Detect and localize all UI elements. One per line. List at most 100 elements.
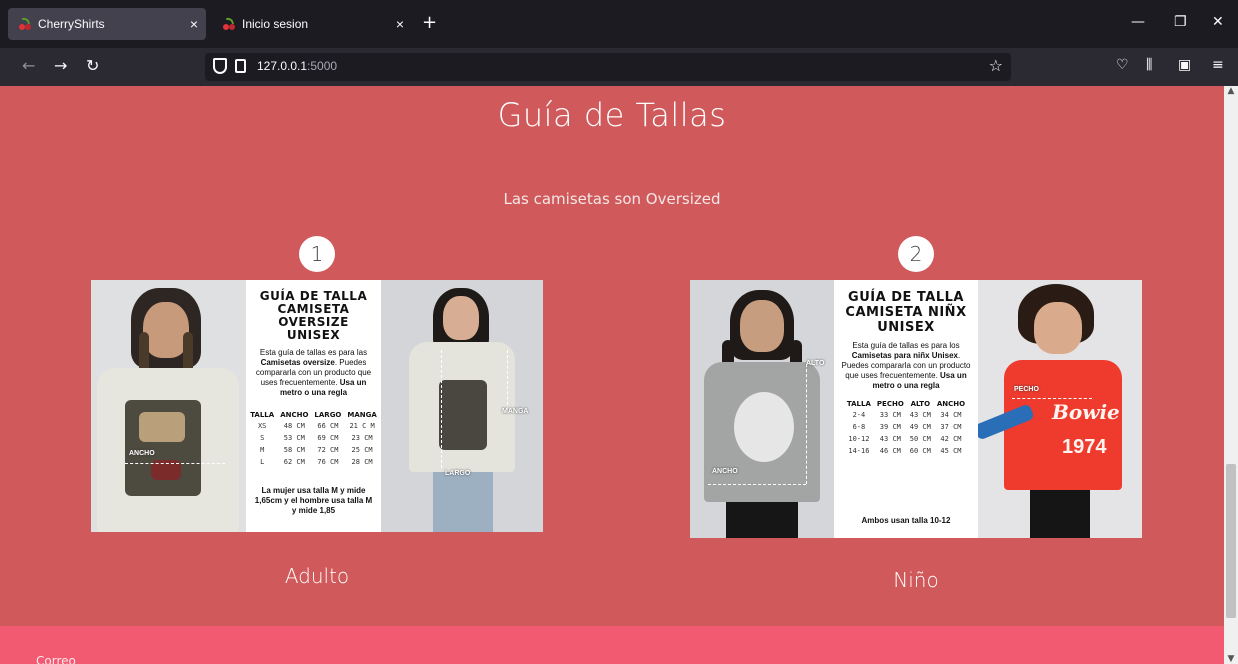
tab-inicio-sesion[interactable]: Inicio sesion ×: [212, 8, 412, 40]
face: [443, 296, 479, 340]
desc-bold: Camisetas para niñx Unisex: [851, 351, 959, 360]
table-cell: 23 CM: [351, 434, 373, 442]
size-chart-adult: GUÍA DE TALLA CAMISETA OVERSIZE UNISEX E…: [246, 280, 381, 532]
table-cell: 43 CM: [879, 435, 901, 443]
chart-heading-line: GUÍA DE TALLA: [848, 290, 964, 305]
shield-icon[interactable]: [213, 58, 227, 74]
table-cell: 42 CM: [940, 435, 962, 443]
cherry-favicon-icon: [222, 16, 236, 31]
manga-label: MANGA: [502, 408, 529, 415]
table-cell: 43 CM: [909, 411, 931, 419]
page-title: Guía de Tallas: [497, 96, 727, 134]
reader-icon[interactable]: ▣: [1178, 57, 1191, 73]
table-header: LARGO: [314, 411, 342, 419]
table-cell: 49 CM: [909, 423, 931, 431]
table-cell: 28 CM: [351, 458, 373, 466]
cherry-favicon-icon: [18, 16, 32, 31]
table-cell: 53 CM: [283, 434, 305, 442]
minimize-icon[interactable]: —: [1131, 14, 1145, 30]
table-cell: XS: [257, 422, 267, 430]
table-cell: 33 CM: [879, 411, 901, 419]
table-cell: 76 CM: [317, 458, 339, 466]
table-row: M 58 CM 72 CM 25 CM: [247, 444, 380, 456]
table-header: PECHO: [876, 400, 904, 408]
sleeve-measure-line: [507, 350, 508, 410]
size-chart-kids: GUÍA DE TALLA CAMISETA NIÑX UNISEX Esta …: [834, 280, 978, 538]
table-cell: 37 CM: [940, 423, 962, 431]
chart-heading-line: CAMISETA OVERSIZE: [277, 302, 350, 329]
chart-heading-line: CAMISETA NIÑX: [845, 305, 967, 320]
table-cell: 60 CM: [909, 447, 931, 455]
table-header: TALLA: [250, 411, 275, 419]
page-footer: Correo: [0, 626, 1224, 664]
table-cell: 50 CM: [909, 435, 931, 443]
page-scrollbar[interactable]: ▲ ▼: [1224, 86, 1238, 664]
scroll-down-icon[interactable]: ▼: [1224, 654, 1238, 664]
page-subtitle: Las camisetas son Oversized: [503, 190, 721, 208]
panda-print: [734, 392, 794, 462]
table-row: 2-4 33 CM 43 CM 34 CM: [844, 409, 968, 421]
new-tab-icon[interactable]: +: [422, 14, 437, 32]
ancho-label: ANCHO: [129, 450, 155, 457]
table-header: TALLA: [846, 400, 871, 408]
forward-arrow-icon[interactable]: →: [54, 56, 67, 76]
face: [1034, 302, 1082, 354]
close-tab-icon[interactable]: ×: [182, 16, 206, 32]
table-row: 6-8 39 CM 49 CM 37 CM: [844, 421, 968, 433]
close-window-icon[interactable]: ✕: [1212, 14, 1224, 30]
shirt-print: [439, 380, 487, 450]
url-text[interactable]: 127.0.0.1:5000: [257, 59, 337, 73]
scroll-up-icon[interactable]: ▲: [1224, 86, 1238, 96]
menu-icon[interactable]: ≡: [1212, 57, 1224, 73]
reload-icon[interactable]: ↻: [86, 56, 99, 76]
table-cell: L: [260, 458, 265, 466]
leggings: [726, 502, 798, 538]
table-row: 14-16 46 CM 60 CM 45 CM: [844, 445, 968, 457]
guide-number-badge: 1: [299, 236, 335, 272]
close-tab-icon[interactable]: ×: [388, 16, 412, 32]
restore-window-icon[interactable]: ❐: [1174, 14, 1187, 30]
table-cell: M: [260, 446, 265, 454]
height-measure-line: [806, 364, 807, 484]
red-shirt: [1004, 360, 1122, 490]
desc-bold: Camisetas oversize: [260, 358, 335, 367]
jeans: [433, 472, 493, 532]
desc-text: Esta guía de tallas es para las: [259, 348, 368, 357]
page-icon[interactable]: [235, 59, 246, 73]
photo-boy: Bowie 1974 PECHO: [978, 280, 1142, 538]
table-cell: 66 CM: [317, 422, 339, 430]
table-header-row: TALLA PECHO ALTO ANCHO: [844, 399, 968, 409]
table-cell: 25 CM: [351, 446, 373, 454]
table-row: L 62 CM 76 CM 28 CM: [247, 456, 380, 468]
url-bar[interactable]: 127.0.0.1:5000 ☆: [205, 53, 1011, 81]
photo-woman: MANGA LARGO: [381, 280, 543, 532]
chart-heading-line: GUÍA DE TALLA: [259, 289, 368, 303]
tab-label: CherryShirts: [38, 17, 105, 31]
url-host: 127.0.0.1: [257, 59, 308, 73]
table-header: ANCHO: [936, 400, 966, 408]
pocket-icon[interactable]: ♡: [1116, 57, 1129, 73]
guide-caption-kids: Niño: [893, 568, 939, 592]
table-row: S 53 CM 69 CM 23 CM: [247, 432, 380, 444]
library-icon[interactable]: ⫼: [1146, 57, 1152, 73]
table-cell: S: [260, 434, 265, 442]
chart-description: Esta guía de tallas es para los Camiseta…: [840, 341, 972, 391]
size-guide-adult-image[interactable]: ANCHO GUÍA DE TALLA CAMISETA OVERSIZE UN…: [91, 280, 543, 532]
size-table-kids: TALLA PECHO ALTO ANCHO 2-4 33 CM 43 CM 3…: [844, 399, 968, 457]
back-arrow-icon[interactable]: ←: [22, 56, 35, 76]
pants: [1030, 490, 1090, 538]
width-measure-line: [708, 484, 806, 485]
tab-cherryshirts[interactable]: CherryShirts ×: [8, 8, 206, 40]
url-port: :5000: [307, 59, 338, 73]
table-cell: 46 CM: [879, 447, 901, 455]
chart-note: Ambos usan talla 10-12: [861, 516, 951, 525]
chart-note: La mujer usa talla M y mide 1,65cm y el …: [254, 486, 373, 515]
footer-correo-label: Correo: [36, 654, 76, 664]
chest-measure-line: [1012, 398, 1092, 399]
table-header: MANGA: [347, 411, 377, 419]
star-icon[interactable]: ☆: [989, 56, 1003, 75]
shirt-print-bowie: Bowie: [1052, 400, 1120, 424]
size-guide-kids-image[interactable]: ALTO ANCHO GUÍA DE TALLA CAMISETA NIÑX U…: [690, 280, 1142, 538]
scrollbar-thumb[interactable]: [1226, 464, 1236, 618]
shirt-print-detail: [139, 412, 185, 442]
